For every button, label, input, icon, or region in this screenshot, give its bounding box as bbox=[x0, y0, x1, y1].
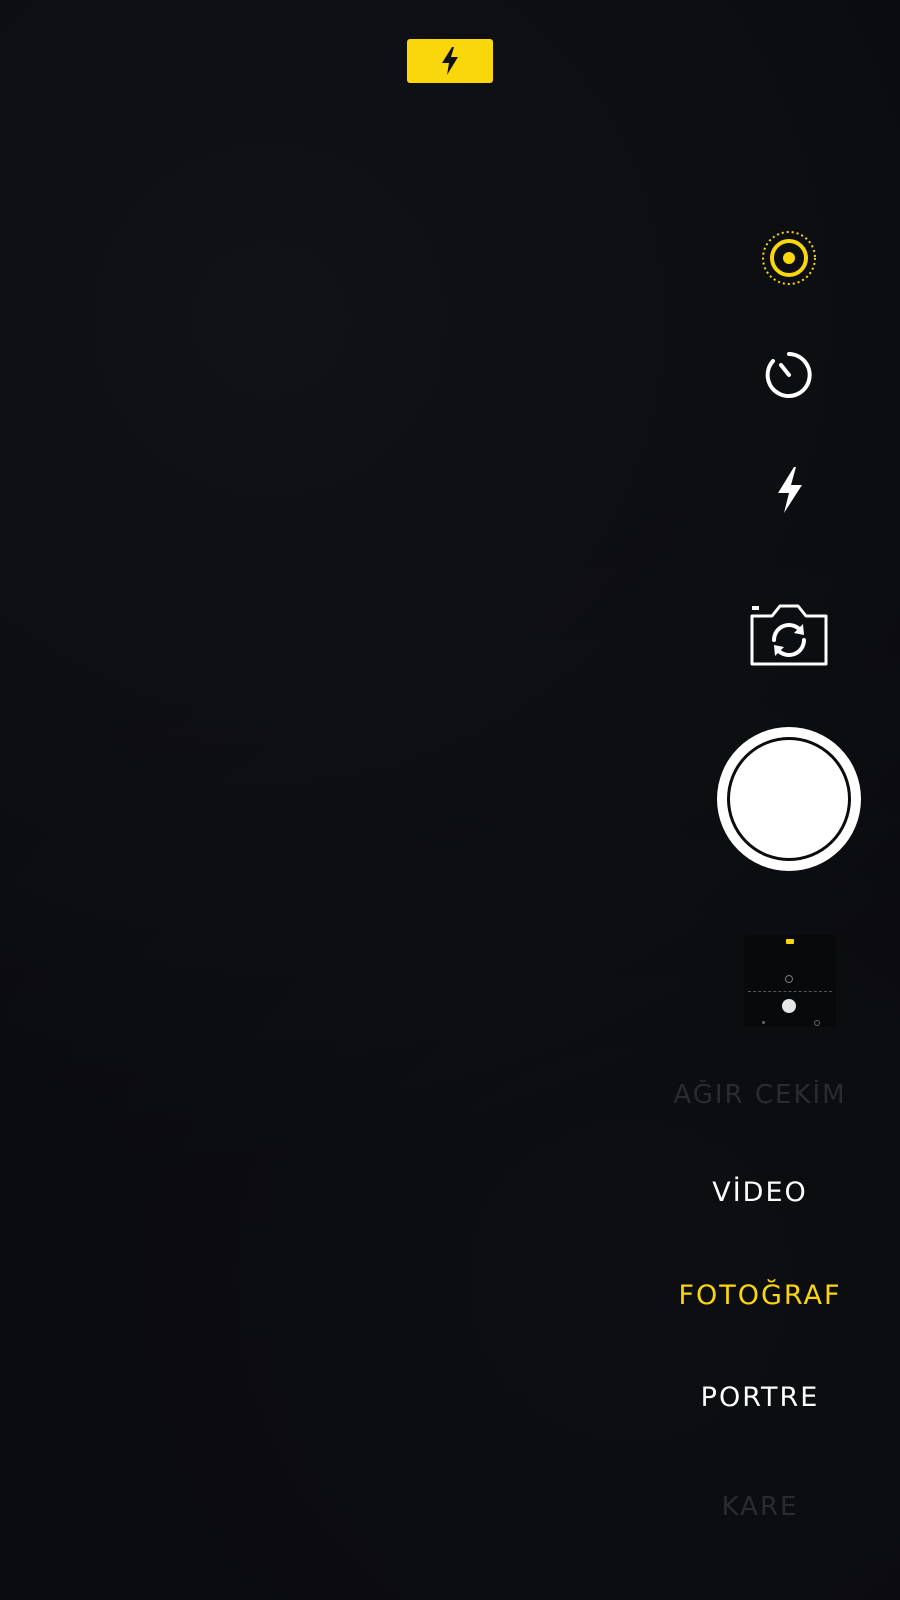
mode-square[interactable]: KARE bbox=[640, 1492, 880, 1516]
thumbnail-mode-line bbox=[748, 991, 832, 993]
camera-flip-icon[interactable] bbox=[748, 600, 830, 668]
flash-bolt-icon bbox=[442, 47, 458, 75]
mode-portrait[interactable]: PORTRE bbox=[640, 1382, 880, 1413]
thumbnail-dot-b bbox=[814, 1020, 820, 1026]
thumbnail-shutter bbox=[782, 999, 796, 1013]
camera-screen: AĞIR ÇEKİM VİDEO FOTOĞRAF PORTRE KARE bbox=[0, 0, 900, 1600]
mode-video[interactable]: VİDEO bbox=[640, 1177, 880, 1208]
shutter-button[interactable] bbox=[717, 727, 861, 871]
mode-photo[interactable]: FOTOĞRAF bbox=[640, 1280, 880, 1311]
flash-on-indicator[interactable] bbox=[407, 39, 493, 83]
mode-slowmo[interactable]: AĞIR ÇEKİM bbox=[640, 1080, 880, 1104]
live-photo-icon[interactable] bbox=[759, 228, 819, 288]
timer-icon[interactable] bbox=[762, 348, 816, 402]
thumbnail-flash-mark bbox=[786, 939, 794, 944]
last-photo-thumbnail[interactable] bbox=[744, 935, 836, 1027]
thumbnail-focus-dot bbox=[785, 975, 793, 983]
thumbnail-dot-a bbox=[762, 1021, 765, 1024]
flash-icon[interactable] bbox=[770, 465, 810, 515]
